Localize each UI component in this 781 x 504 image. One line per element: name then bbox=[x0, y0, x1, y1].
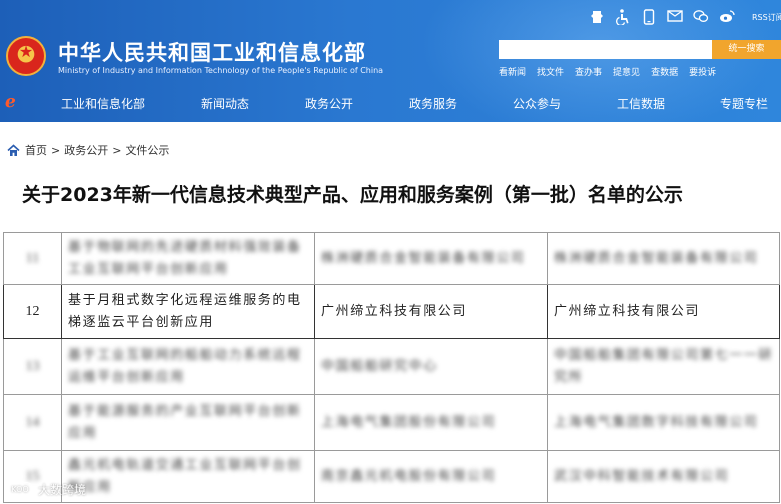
applicant-name: 广州缔立科技有限公司 bbox=[314, 284, 548, 339]
ministry-name[interactable]: 中华人民共和国工业和信息化部 bbox=[58, 37, 366, 67]
row-number: 13 bbox=[3, 338, 62, 395]
row-number: 11 bbox=[3, 232, 62, 285]
wechat-icon[interactable] bbox=[692, 9, 710, 27]
nav-item-data[interactable]: 工信数据 bbox=[617, 95, 665, 112]
nav-item-services[interactable]: 政务服务 bbox=[409, 95, 457, 112]
supplier-name: 广州缔立科技有限公司 bbox=[547, 284, 780, 339]
quick-link-complaint[interactable]: 要投诉 bbox=[689, 65, 716, 78]
nav-logo-icon[interactable]: ℯ bbox=[5, 93, 23, 111]
nav-item-participation[interactable]: 公众参与 bbox=[513, 95, 561, 112]
row-number: 12 bbox=[3, 284, 62, 339]
rss-link[interactable]: RSS订阅 bbox=[752, 12, 781, 23]
table-row: 13 基于工业互联网的船舶动力系统远程运维平台创新应用 中国船舶研究中心 中国船… bbox=[3, 338, 780, 395]
quick-links: 看新闻 找文件 查办事 提意见 查数据 要投诉 bbox=[499, 65, 716, 78]
breadcrumb-home[interactable]: 首页 bbox=[25, 142, 47, 158]
quick-link-feedback[interactable]: 提意见 bbox=[613, 65, 640, 78]
ministry-english-name: Ministry of Industry and Information Tec… bbox=[58, 66, 384, 75]
mail-icon[interactable] bbox=[666, 9, 684, 27]
row-number: 14 bbox=[3, 394, 62, 451]
breadcrumb-government-affairs[interactable]: 政务公开 bbox=[64, 142, 108, 158]
watermark-logo-icon: KOO bbox=[6, 481, 34, 498]
quick-link-data[interactable]: 查数据 bbox=[651, 65, 678, 78]
quick-link-news[interactable]: 看新闻 bbox=[499, 65, 526, 78]
nav-item-topics[interactable]: 专题专栏 bbox=[720, 95, 768, 112]
search-input[interactable] bbox=[499, 40, 712, 59]
applicant-name: 中国船舶研究中心 bbox=[314, 338, 548, 395]
national-emblem-icon[interactable] bbox=[6, 36, 46, 76]
watermark-text: 大数跨境 bbox=[38, 483, 87, 497]
main-nav: ℯ 工业和信息化部 新闻动态 政务公开 政务服务 公众参与 工信数据 专题专栏 bbox=[0, 90, 781, 116]
breadcrumb: 首页 > 政务公开 > 文件公示 bbox=[7, 143, 169, 157]
table-row: 15 鑫元机电轨道交通工业互联网平台创新应用 南京鑫元机电股份有限公司 武汉中科… bbox=[3, 450, 780, 503]
app-icon[interactable] bbox=[588, 9, 606, 27]
project-name: 基于能源服务的产业互联网平台创新应用 bbox=[61, 394, 315, 451]
project-name: 基于月租式数字化远程运维服务的电梯逐监云平台创新应用 bbox=[61, 284, 315, 339]
weibo-icon[interactable] bbox=[718, 9, 736, 27]
applicant-name: 株洲硬质合金智能装备有限公司 bbox=[314, 232, 548, 285]
supplier-name: 中国船舶集团有限公司第七一一研究所 bbox=[547, 338, 780, 395]
quick-link-services[interactable]: 查办事 bbox=[575, 65, 602, 78]
table-row: 11 基于物联网的先进硬质材料强效装备工业互联网平台创新应用 株洲硬质合金智能装… bbox=[3, 232, 780, 285]
table-row: 14 基于能源服务的产业互联网平台创新应用 上海电气集团股份有限公司 上海电气集… bbox=[3, 394, 780, 451]
utility-icons bbox=[588, 9, 736, 27]
breadcrumb-file-notice[interactable]: 文件公示 bbox=[125, 142, 169, 158]
project-name: 基于物联网的先进硬质材料强效装备工业互联网平台创新应用 bbox=[61, 232, 315, 285]
supplier-name: 株洲硬质合金智能装备有限公司 bbox=[547, 232, 780, 285]
search-button[interactable]: 统一搜索 bbox=[712, 40, 781, 59]
quick-link-files[interactable]: 找文件 bbox=[537, 65, 564, 78]
nav-item-news[interactable]: 新闻动态 bbox=[201, 95, 249, 112]
mobile-icon[interactable] bbox=[640, 9, 658, 27]
table-row: 12 基于月租式数字化远程运维服务的电梯逐监云平台创新应用 广州缔立科技有限公司… bbox=[3, 284, 780, 339]
supplier-name: 武汉中科智能技术有限公司 bbox=[547, 450, 780, 503]
applicant-name: 上海电气集团股份有限公司 bbox=[314, 394, 548, 451]
page-title: 关于2023年新一代信息技术典型产品、应用和服务案例（第一批）名单的公示 bbox=[22, 184, 683, 206]
home-icon[interactable] bbox=[7, 143, 20, 157]
breadcrumb-separator: > bbox=[112, 143, 122, 157]
breadcrumb-separator: > bbox=[51, 143, 61, 157]
nav-item-government-affairs[interactable]: 政务公开 bbox=[305, 95, 353, 112]
case-list-table: 11 基于物联网的先进硬质材料强效装备工业互联网平台创新应用 株洲硬质合金智能装… bbox=[3, 232, 780, 503]
watermark: KOO 大数跨境 bbox=[6, 481, 86, 498]
project-name: 鑫元机电轨道交通工业互联网平台创新应用 bbox=[61, 450, 315, 503]
accessibility-icon[interactable] bbox=[614, 9, 632, 27]
site-header: 中华人民共和国工业和信息化部 Ministry of Industry and … bbox=[0, 0, 781, 122]
nav-item-home[interactable]: 工业和信息化部 bbox=[61, 95, 145, 112]
supplier-name: 上海电气集团数字科技有限公司 bbox=[547, 394, 780, 451]
project-name: 基于工业互联网的船舶动力系统远程运维平台创新应用 bbox=[61, 338, 315, 395]
applicant-name: 南京鑫元机电股份有限公司 bbox=[314, 450, 548, 503]
